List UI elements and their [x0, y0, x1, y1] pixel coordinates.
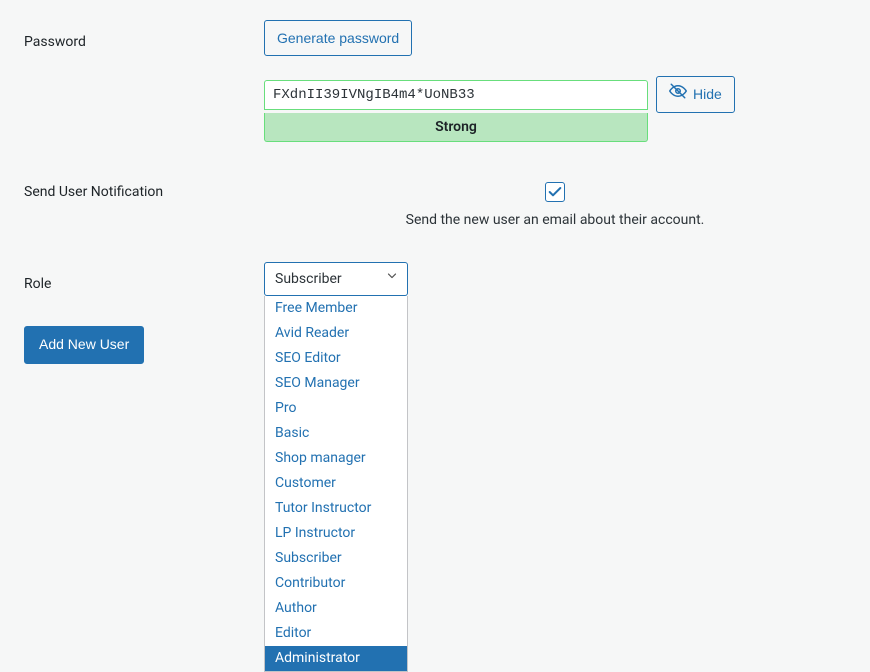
role-option[interactable]: Contributor [265, 571, 407, 596]
password-input-row: Hide [264, 76, 735, 112]
chevron-down-icon [385, 268, 399, 290]
notification-checkbox-label: Send the new user an email about their a… [406, 212, 705, 228]
role-select[interactable]: Subscriber [264, 262, 408, 296]
role-option[interactable]: Free Member [265, 296, 407, 321]
role-option[interactable]: LP Instructor [265, 521, 407, 546]
role-option[interactable]: Author [265, 596, 407, 621]
role-option[interactable]: Pro [265, 396, 407, 421]
hide-button-label: Hide [693, 83, 722, 105]
role-option[interactable]: Tutor Instructor [265, 496, 407, 521]
notification-label: Send User Notification [24, 182, 264, 200]
role-option[interactable]: Editor [265, 621, 407, 646]
generate-password-button[interactable]: Generate password [264, 20, 412, 56]
role-label: Role [24, 262, 264, 292]
role-option[interactable]: SEO Editor [265, 346, 407, 371]
notification-row: Send User Notification Send the new user… [24, 182, 846, 228]
add-new-user-button[interactable]: Add New User [24, 326, 144, 364]
role-dropdown: Free MemberAvid ReaderSEO EditorSEO Mana… [264, 296, 408, 672]
role-option[interactable]: Avid Reader [265, 321, 407, 346]
role-selected-value: Subscriber [275, 271, 342, 287]
check-icon [547, 184, 563, 200]
password-strength-indicator: Strong [264, 113, 648, 142]
password-input[interactable] [264, 80, 648, 110]
role-row: Role Subscriber Free MemberAvid ReaderSE… [24, 262, 846, 296]
hide-password-button[interactable]: Hide [656, 76, 735, 112]
eye-slash-icon [669, 82, 687, 106]
role-option[interactable]: Shop manager [265, 446, 407, 471]
role-option[interactable]: Customer [265, 471, 407, 496]
password-field-col: Generate password Hide Strong [264, 20, 846, 142]
notification-checkbox[interactable] [545, 182, 565, 202]
role-field-col: Subscriber Free MemberAvid ReaderSEO Edi… [264, 262, 846, 296]
password-row: Password Generate password Hide Strong [24, 20, 846, 142]
password-label: Password [24, 20, 264, 50]
role-option[interactable]: SEO Manager [265, 371, 407, 396]
role-option[interactable]: Basic [265, 421, 407, 446]
submit-row: Add New User [24, 326, 846, 364]
notification-field-col: Send the new user an email about their a… [264, 182, 846, 228]
role-option[interactable]: Subscriber [265, 546, 407, 571]
role-select-wrapper: Subscriber Free MemberAvid ReaderSEO Edi… [264, 262, 408, 296]
role-option[interactable]: Administrator [265, 646, 407, 671]
